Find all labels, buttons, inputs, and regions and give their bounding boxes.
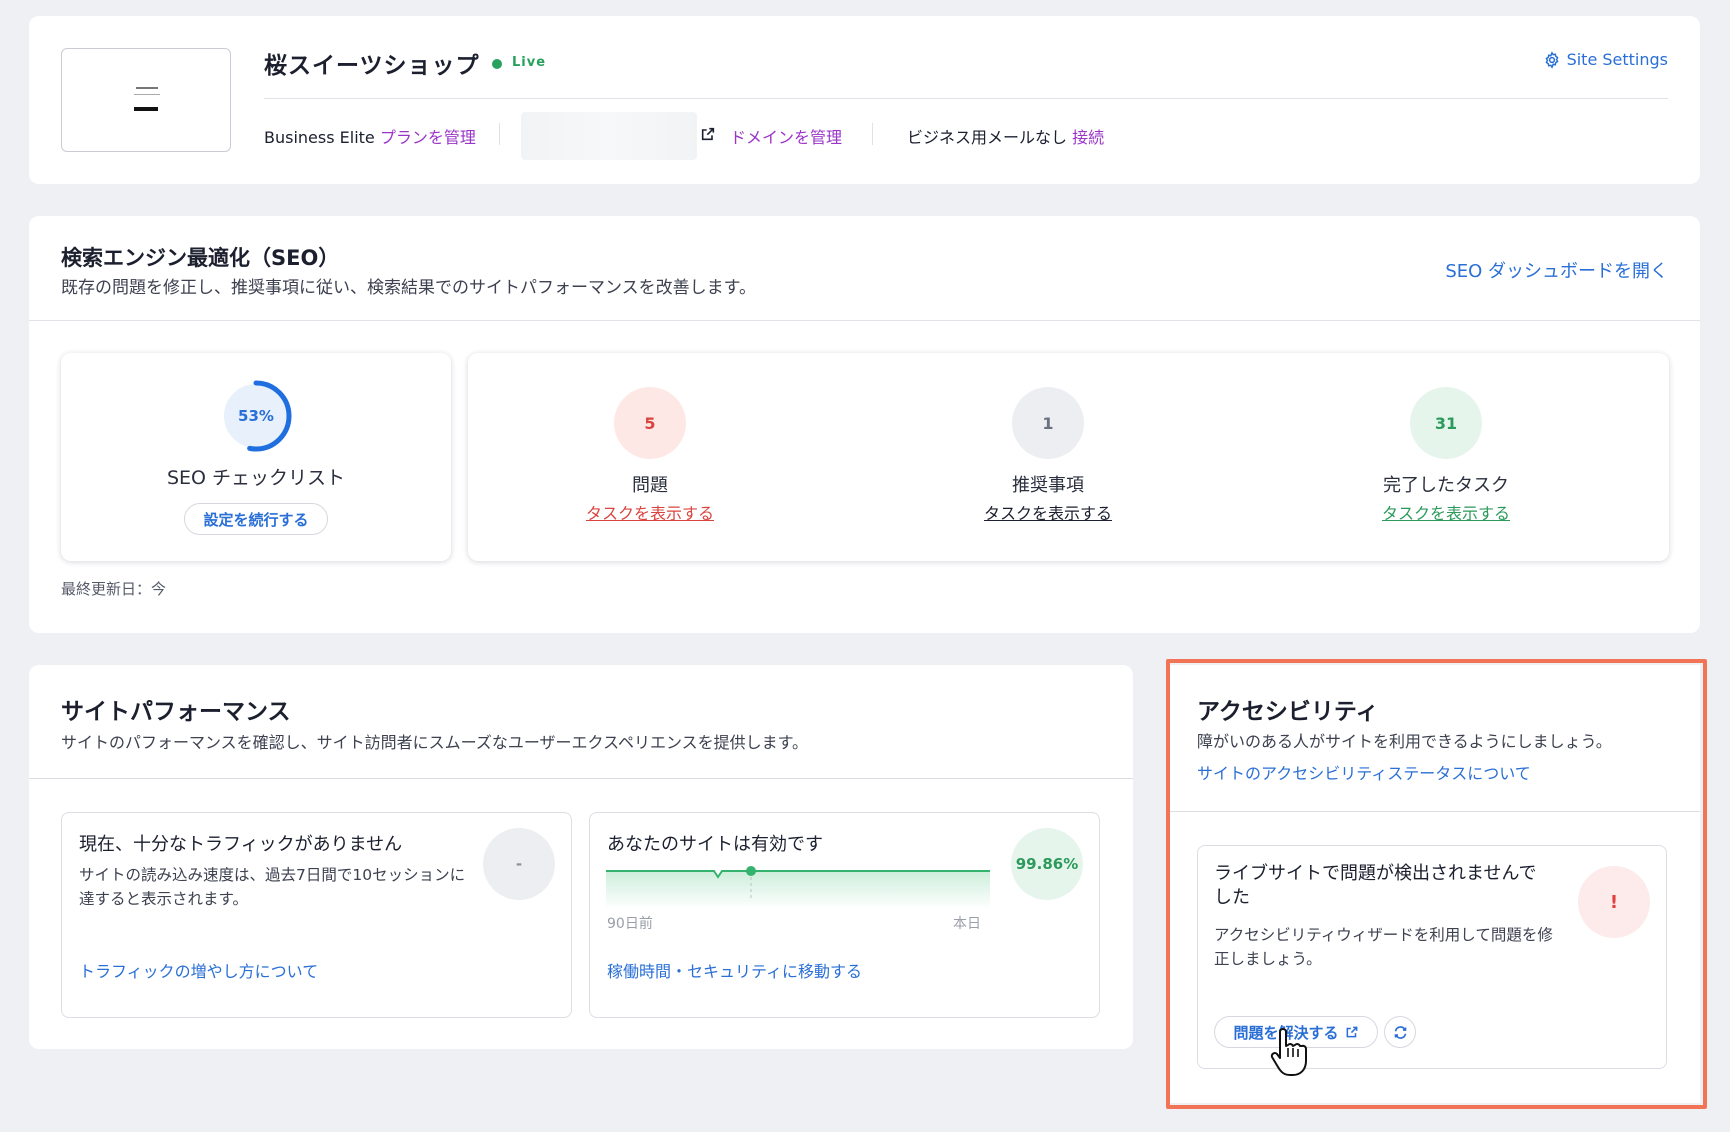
accessibility-alert-badge: !	[1578, 866, 1650, 938]
accessibility-card: アクセシビリティ 障がいのある人がサイトを利用できるようにしましょう。 サイトの…	[1169, 665, 1700, 1103]
seo-progress-value: 53%	[238, 407, 274, 425]
divider	[499, 123, 500, 145]
recommendations-view-tasks-link[interactable]: タスクを表示する	[918, 500, 1178, 524]
stat-completed: 31 完了したタスク タスクを表示する	[1316, 353, 1576, 561]
stat-issues: 5 問題 タスクを表示する	[520, 353, 780, 561]
site-thumbnail[interactable]	[61, 48, 231, 152]
completed-count: 31	[1410, 387, 1482, 459]
live-status-dot	[492, 59, 502, 69]
uptime-axis-end: 本日	[953, 916, 981, 932]
refresh-scan-button[interactable]	[1384, 1016, 1416, 1048]
uptime-heading: あなたのサイトは有効です	[607, 834, 823, 855]
performance-subtitle: サイトのパフォーマンスを確認し、サイト訪問者にスムーズなユーザーエクスペリエンス…	[61, 733, 809, 752]
accessibility-scan-heading: ライブサイトで問題が検出されませんでした	[1214, 863, 1537, 908]
thumbnail-line	[134, 94, 160, 95]
seo-title: 検索エンジン最適化（SEO）	[61, 246, 340, 270]
traffic-score-badge: -	[483, 828, 555, 900]
traffic-panel: 現在、十分なトラフィックがありません サイトの読み込み速度は、過去7日間で10セ…	[61, 812, 572, 1018]
divider	[29, 778, 1133, 779]
hand-pointer-cursor-icon	[1270, 1028, 1307, 1076]
performance-title: サイトパフォーマンス	[61, 699, 291, 725]
accessibility-subtitle: 障がいのある人がサイトを利用できるようにしましょう。	[1197, 732, 1612, 751]
recommendations-count: 1	[1012, 387, 1084, 459]
email-status: ビジネス用メールなし	[907, 128, 1068, 147]
completed-view-tasks-link[interactable]: タスクを表示する	[1316, 500, 1576, 524]
seo-stats-panel: 5 問題 タスクを表示する 1 推奨事項 タスクを表示する 31 完了したタスク…	[468, 353, 1669, 561]
domain-info: ドメインを管理	[730, 124, 842, 148]
traffic-description: サイトの読み込み速度は、過去7日間で10セッションに達すると表示されます。	[79, 866, 466, 908]
email-info: ビジネス用メールなし 接続	[907, 124, 1104, 148]
accessibility-status-link[interactable]: サイトのアクセシビリティステータスについて	[1197, 760, 1531, 784]
traffic-heading: 現在、十分なトラフィックがありません	[79, 834, 403, 855]
external-link-icon[interactable]	[700, 126, 716, 142]
uptime-marker[interactable]	[746, 866, 756, 876]
manage-domain-link[interactable]: ドメインを管理	[730, 128, 842, 147]
completed-label: 完了したタスク	[1383, 475, 1509, 496]
external-link-icon	[1346, 1026, 1357, 1038]
domain-name-redacted	[521, 112, 697, 160]
seo-subtitle: 既存の問題を修正し、推奨事項に従い、検索結果でのサイトパフォーマンスを改善します…	[61, 278, 756, 298]
increase-traffic-link[interactable]: トラフィックの増やし方について	[79, 958, 318, 982]
uptime-area	[606, 871, 990, 909]
plan-info: Business Elite プランを管理	[264, 124, 476, 148]
seo-card: 検索エンジン最適化（SEO） 既存の問題を修正し、推奨事項に従い、検索結果でのサ…	[29, 216, 1700, 633]
thumbnail-line	[134, 107, 158, 111]
thumbnail-line	[136, 87, 158, 89]
site-settings-label: Site Settings	[1566, 50, 1668, 69]
recommendations-label: 推奨事項	[1012, 475, 1084, 496]
accessibility-scan-description: アクセシビリティウィザードを利用して問題を修正しましょう。	[1214, 926, 1553, 968]
site-name: 桜スイーツショップ	[264, 53, 480, 79]
issues-label: 問題	[632, 475, 668, 496]
site-performance-card: サイトパフォーマンス サイトのパフォーマンスを確認し、サイト訪問者にスムーズなユ…	[29, 665, 1133, 1049]
seo-progress-ring: 53%	[219, 379, 293, 453]
continue-setup-button[interactable]: 設定を続行する	[184, 503, 328, 535]
seo-checklist-title: SEO チェックリスト	[166, 467, 346, 489]
site-settings-link[interactable]: Site Settings	[1543, 50, 1668, 69]
uptime-security-link[interactable]: 稼働時間・セキュリティに移動する	[607, 958, 862, 982]
open-seo-dashboard-link[interactable]: SEO ダッシュボードを開く	[1445, 257, 1668, 283]
seo-checklist-panel: 53% SEO チェックリスト 設定を続行する	[61, 353, 451, 561]
live-status-label: Live	[512, 55, 547, 70]
last-updated: 最終更新日：今	[61, 580, 167, 598]
uptime-percentage-badge: 99.86%	[1011, 828, 1083, 900]
divider	[872, 123, 873, 145]
divider	[1169, 811, 1700, 812]
uptime-chart	[606, 866, 990, 909]
uptime-panel: あなたのサイトは有効です 99.86% 90日前 本日 稼働時間・セキュリティに…	[589, 812, 1100, 1018]
connect-email-link[interactable]: 接続	[1072, 128, 1104, 147]
uptime-axis-start: 90日前	[607, 916, 653, 932]
divider	[264, 98, 1668, 99]
site-overview-card: 桜スイーツショップ Live Site Settings Business El…	[29, 16, 1700, 184]
gear-icon	[1545, 50, 1559, 69]
divider	[29, 320, 1700, 321]
issues-view-tasks-link[interactable]: タスクを表示する	[520, 500, 780, 524]
plan-name: Business Elite	[264, 128, 375, 147]
stat-recommendations: 1 推奨事項 タスクを表示する	[918, 353, 1178, 561]
manage-plan-link[interactable]: プランを管理	[380, 128, 476, 147]
refresh-icon	[1394, 1025, 1406, 1039]
issues-count: 5	[614, 387, 686, 459]
accessibility-title: アクセシビリティ	[1197, 699, 1379, 725]
